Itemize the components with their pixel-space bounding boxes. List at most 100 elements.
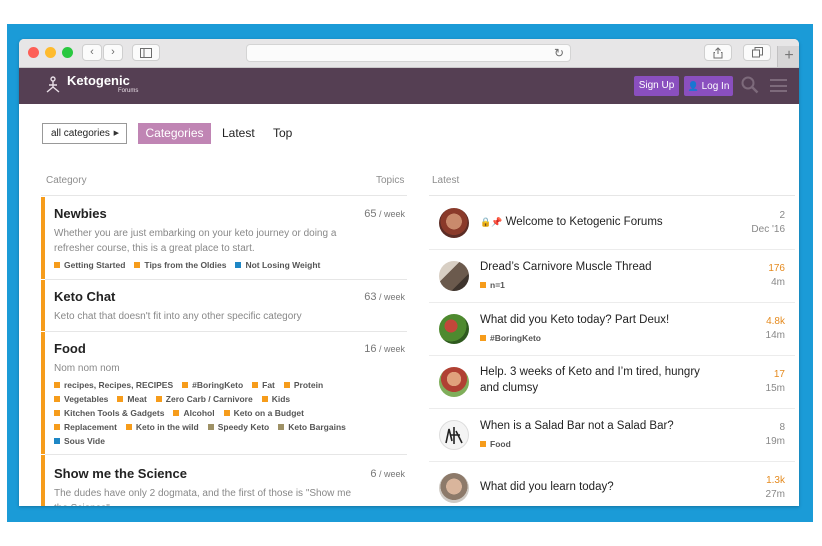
category-color-swatch [54,438,60,444]
category-title[interactable]: Newbies [54,206,107,221]
tab-latest[interactable]: Latest [222,126,255,140]
topic-row[interactable]: What did you Keto today? Part Deux! #Bor… [429,303,795,356]
post-count[interactable]: 1.3k [766,475,785,486]
back-button[interactable]: ‹ [82,44,102,61]
last-activity[interactable]: 19m [766,436,785,447]
subcategory-link[interactable]: Replacement [54,420,117,434]
topics-per-week: 65 / week [364,208,405,220]
subcategory-link[interactable]: Tips from the Oldies [134,258,226,272]
category-color-swatch [278,424,285,430]
avatar[interactable] [439,420,469,450]
subcategory-link[interactable]: Fat [252,378,275,392]
category-color-swatch [207,424,214,430]
sidebar-icon [140,48,152,58]
share-button[interactable] [704,44,732,61]
subcategory-link[interactable]: Not Losing Weight [235,258,320,272]
subcategory-link[interactable]: Sous Vide [54,434,105,448]
subcategory-link[interactable]: Zero Carb / Carnivore [155,392,253,406]
tab-categories[interactable]: Categories [138,123,211,144]
subcategory-link[interactable]: Keto on a Budget [223,406,304,420]
subcategory-link[interactable]: Keto in the wild [125,420,199,434]
last-activity[interactable]: 27m [766,489,785,500]
site-name[interactable]: Ketogenic [67,73,130,88]
last-activity[interactable]: 4m [771,277,785,288]
sidebar-toggle-button[interactable] [132,44,160,61]
topic-title[interactable]: What did you Keto today? Part Deux! [480,312,720,328]
log-in-label: Log In [701,81,730,92]
tab-top[interactable]: Top [273,126,292,140]
last-activity[interactable]: 15m [766,383,785,394]
topic-row[interactable]: When is a Salad Bar not a Salad Bar? Foo… [429,409,795,462]
subcategory-link[interactable]: Kids [261,392,291,406]
category-color-swatch [283,382,290,388]
subcategory-label: Kitchen Tools & Gadgets [64,408,165,418]
post-count[interactable]: 2 [779,210,785,221]
category-color-swatch [182,382,189,388]
last-activity[interactable]: 14m [766,330,785,341]
maximize-window-button[interactable] [62,47,73,58]
post-count[interactable]: 17 [774,369,785,380]
topic-row[interactable]: What did you learn today? 1.3k 27m [429,462,795,506]
category-food[interactable]: Food 16 / week Nom nom nom recipes, Reci… [41,332,407,454]
last-activity[interactable]: Dec '16 [751,224,785,235]
subcategory-link[interactable]: Speedy Keto [207,420,269,434]
category-show-me-the-science[interactable]: Show me the Science 6 / week The dudes h… [41,455,407,506]
close-window-button[interactable] [28,47,39,58]
subcategory-link[interactable]: Vegetables [54,392,108,406]
topic-title[interactable]: 🔒📌 Welcome to Ketogenic Forums [480,214,720,230]
topic-category-tag[interactable]: #BoringKeto [480,333,541,343]
site-header: Ketogenic Forums Sign Up 👤 Log In [19,68,799,104]
category-color-swatch [54,382,60,388]
subcategory-link[interactable]: recipes, Recipes, RECIPES [54,378,173,392]
subcategory-link[interactable]: Meat [117,392,147,406]
minimize-window-button[interactable] [45,47,56,58]
log-in-button[interactable]: 👤 Log In [684,76,733,96]
post-count[interactable]: 4.8k [766,316,785,327]
subcategory-link[interactable]: Keto Bargains [278,420,346,434]
caret-right-icon: ▶ [113,130,119,137]
address-bar[interactable]: ↻ [246,44,571,62]
ketogenic-logo-icon[interactable] [45,76,61,99]
topic-title[interactable]: What did you learn today? [480,479,720,495]
topic-category-tag[interactable]: n=1 [480,280,505,290]
category-title[interactable]: Food [54,341,86,356]
all-categories-dropdown[interactable]: all categories ▶ [42,123,127,144]
forward-button[interactable]: › [103,44,123,61]
plus-icon: + [784,47,794,64]
subcategory-link[interactable]: Alcohol [173,406,215,420]
chevron-right-icon: › [111,46,115,58]
avatar[interactable] [439,367,469,397]
topic-title[interactable]: Help. 3 weeks of Keto and I’m tired, hun… [480,364,720,396]
search-icon[interactable] [741,76,759,94]
topic-row[interactable]: 🔒📌 Welcome to Ketogenic Forums 2 Dec '16 [429,197,795,250]
category-description: The dudes have only 2 dogmata, and the f… [54,488,352,506]
topic-title[interactable]: When is a Salad Bar not a Salad Bar? [480,418,720,434]
topic-row[interactable]: Dread’s Carnivore Muscle Thread n=1 176 … [429,250,795,303]
subcategory-link[interactable]: Protein [283,378,323,392]
topic-title[interactable]: Dread’s Carnivore Muscle Thread [480,259,720,275]
post-count[interactable]: 8 [779,422,785,433]
reload-icon[interactable]: ↻ [554,46,564,60]
category-title[interactable]: Show me the Science [54,466,187,481]
category-newbies[interactable]: Newbies 65 / week Whether you are just e… [41,197,407,279]
post-count[interactable]: 176 [768,263,785,274]
category-description: Nom nom nom [54,363,120,374]
avatar[interactable] [439,261,469,291]
new-tab-button[interactable]: + [777,46,799,67]
hamburger-menu-icon[interactable] [770,79,787,92]
subcategory-label: Kids [271,394,291,404]
tabs-overview-button[interactable] [743,44,771,61]
topic-row[interactable]: Help. 3 weeks of Keto and I’m tired, hun… [429,356,795,409]
sign-up-button[interactable]: Sign Up [634,76,679,96]
avatar[interactable] [439,473,469,503]
avatar[interactable] [439,208,469,238]
avatar[interactable] [439,314,469,344]
subcategory-link[interactable]: #BoringKeto [182,378,243,392]
category-color-swatch [223,410,230,416]
category-color-swatch [54,262,60,268]
subcategory-link[interactable]: Kitchen Tools & Gadgets [54,406,164,420]
category-title[interactable]: Keto Chat [54,289,115,304]
category-keto-chat[interactable]: Keto Chat 63 / week Keto chat that doesn… [41,280,407,331]
subcategory-link[interactable]: Getting Started [54,258,125,272]
topic-category-tag[interactable]: Food [480,439,511,449]
